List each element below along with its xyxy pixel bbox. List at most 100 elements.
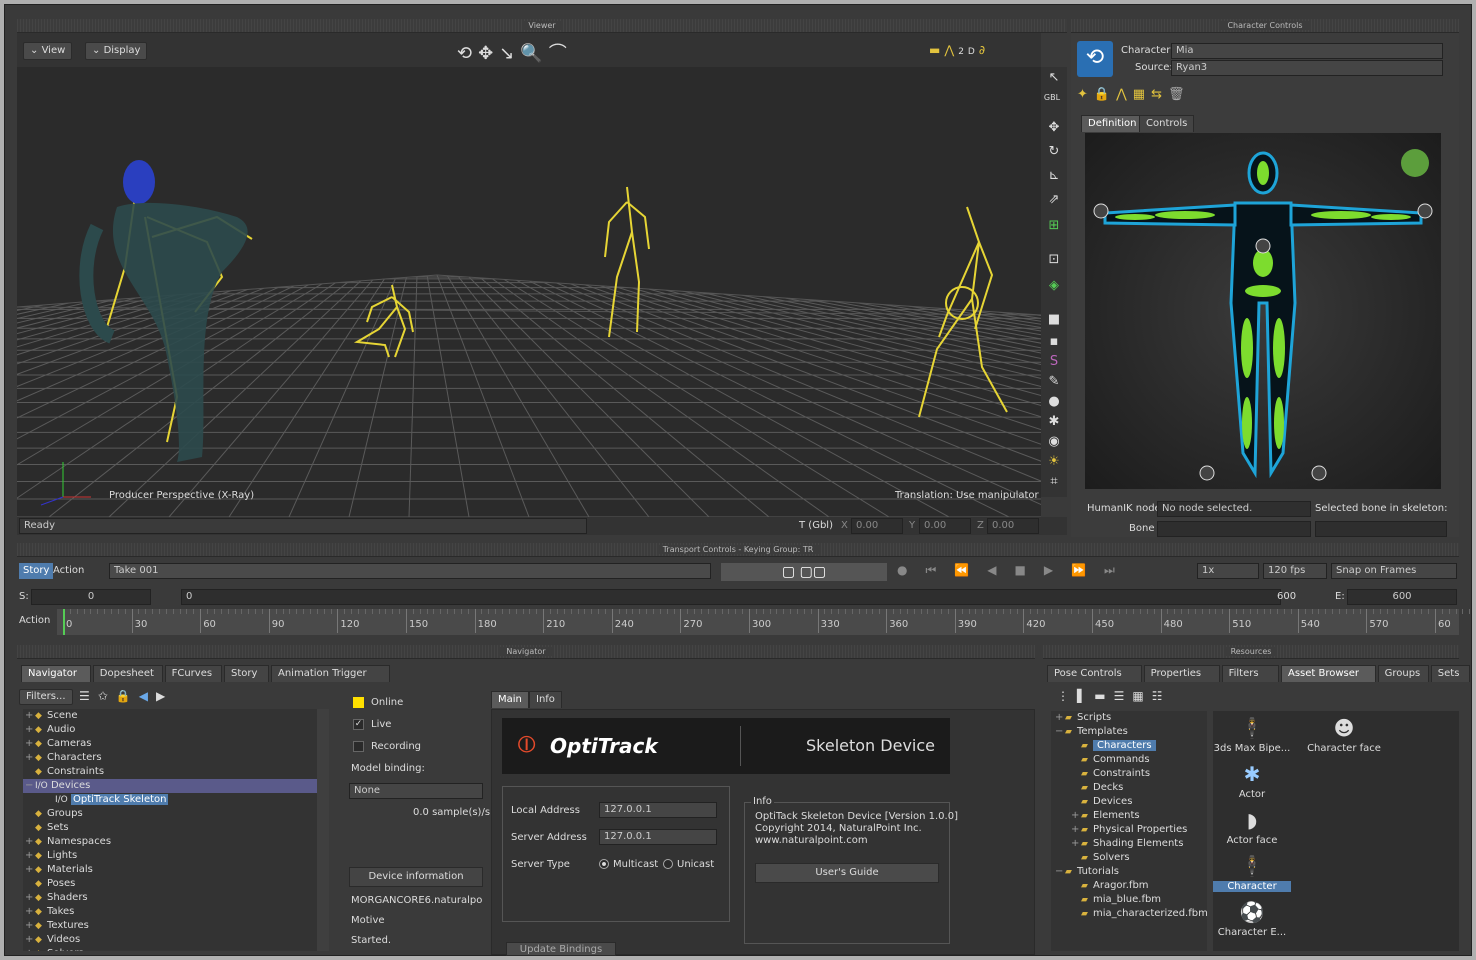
display-tools[interactable]: ▬⋀2D∂ [929,43,989,57]
resource-tree-item[interactable]: ▰ Decks [1051,781,1207,795]
twod-icon[interactable]: 2D [958,47,979,57]
snap-select[interactable]: Snap on Frames [1331,563,1457,579]
prev-key-icon[interactable]: ⏪ [954,563,987,577]
server-address-field[interactable]: 127.0.0.1 [599,829,717,845]
resource-tree-item[interactable]: − ▰ Tutorials [1051,865,1207,879]
asset-item[interactable]: ◗ Actor face [1213,805,1291,846]
detail-view-icon[interactable]: ☷ [1152,689,1171,703]
resource-tree-item[interactable]: − ▰ Templates [1051,725,1207,739]
asset-item[interactable]: ⚽ Character E... [1213,897,1291,938]
tab-navigator[interactable]: Navigator [21,665,91,682]
tab-asset-browser[interactable]: Asset Browser [1281,665,1376,682]
navigator-scrollbar[interactable] [317,709,329,951]
forward-icon[interactable]: ▶ [156,689,173,703]
tree-item[interactable]: + ◆ Shaders [23,891,317,905]
path-icon[interactable]: ⋀ [944,43,958,57]
bone-field[interactable] [1157,521,1311,537]
tab-story[interactable]: Story [224,665,269,682]
tab-dopesheet[interactable]: Dopesheet [92,665,163,682]
tab-fcurves[interactable]: FCurves [164,665,222,682]
users-guide-button[interactable]: User's Guide [755,863,939,883]
resource-tree-item[interactable]: ▰ Aragor.fbm [1051,879,1207,893]
resource-tree-item[interactable]: ▰ Commands [1051,753,1207,767]
scale-tool-icon[interactable]: ⊾ [1045,167,1063,185]
thumbnail-view-icon[interactable]: ▦ [1132,689,1151,703]
update-bindings-button[interactable]: Update Bindings [506,942,616,956]
tree-item[interactable]: + ◆ Audio [23,723,317,737]
recording-checkbox[interactable] [353,741,364,752]
go-start-icon[interactable]: ⏮ [925,563,954,577]
figures-icon[interactable]: ⋀ [1116,87,1133,102]
horizontal-view-icon[interactable]: ▬ [1094,689,1113,703]
current-frame-slider[interactable]: 0 [181,589,1281,605]
playhead[interactable] [63,609,65,635]
brush-icon[interactable]: ✎ [1045,373,1063,391]
resources-tree[interactable]: + ▰ Scripts − ▰ Templates ▰ Characters ▰ Commands… [1051,711,1207,951]
snap-tool-icon[interactable]: ⊡ [1045,251,1063,269]
resources-toolbar[interactable]: ⋮▌▬☰▦☷ [1057,689,1170,703]
go-end-icon[interactable]: ⏭ [1104,563,1133,577]
tree-item[interactable]: ◆ Sets [23,821,317,835]
back-icon[interactable]: ◀ [139,689,156,703]
tree-item[interactable]: ◆ Poses [23,877,317,891]
tree-item[interactable]: + ◆ Characters [23,751,317,765]
live-checkbox[interactable]: ✓ [353,719,364,730]
speed-select[interactable]: 1x [1197,563,1259,579]
tree-item[interactable]: + ◆ Videos [23,933,317,947]
resource-tree-item[interactable]: ▰ Constraints [1051,767,1207,781]
tab-pose-controls[interactable]: Pose Controls [1047,665,1142,682]
translation-x[interactable]: 0.00 [851,518,903,534]
resource-tree-item[interactable]: + ▰ Shading Elements [1051,837,1207,851]
story-mode-button[interactable]: Story [19,563,54,579]
character-sparkle-icon[interactable]: ✦ [1077,87,1094,102]
timeline-icon[interactable]: ▬ [929,43,944,57]
mirror-icon[interactable]: ⇆ [1151,87,1168,102]
rotate-tool-icon[interactable]: ↻ [1045,143,1063,161]
tab-animation-trigger[interactable]: Animation Trigger [271,665,391,682]
asset-item[interactable]: 🕴 3ds Max Bipe... [1213,713,1291,754]
tree-view-icon[interactable]: ⋮ [1057,689,1077,703]
tree-item[interactable]: + ◆ Takes [23,905,317,919]
tree-item[interactable]: ◆ Groups [23,807,317,821]
asset-item[interactable]: ☻ Character face [1305,713,1383,754]
orbit-icon[interactable]: ⟲ [457,43,478,64]
tree-item[interactable]: + ◆ Namespaces [23,835,317,849]
asset-grid[interactable]: 🕴 3ds Max Bipe... ☻ Character face ✱ Actor ◗ Ac… [1213,711,1459,951]
lock-icon[interactable]: 🔒 [1094,87,1116,102]
character-select[interactable]: Mia [1171,43,1443,59]
tree-item[interactable]: +◆Solvers [23,947,317,951]
navigation-tools[interactable]: ⟲✥↘🔍⌒ [457,39,573,65]
start-frame-field[interactable]: 0 [31,589,151,605]
navigator-toolbar[interactable]: ☰✩🔒◀▶ [79,689,173,703]
global-toggle[interactable]: GBL [1043,89,1061,107]
tree-item[interactable]: + ◆ Materials [23,863,317,877]
arc-icon[interactable]: ⌒ [549,43,573,64]
resource-tree-item[interactable]: ▰ Solvers [1051,851,1207,865]
resource-tree-item[interactable]: + ▰ Scripts [1051,711,1207,725]
select-tool-icon[interactable]: ↖ [1045,69,1063,87]
view-menu[interactable]: ⌄ View [23,42,73,60]
list-icon[interactable]: ☰ [79,689,98,703]
keying-tool-icon[interactable]: ◈ [1045,277,1063,295]
resource-tree-item[interactable]: ▰ Devices [1051,795,1207,809]
resource-tree-item[interactable]: ▰ mia_blue.fbm [1051,893,1207,907]
asset-item[interactable]: 🕴 Character [1213,851,1291,892]
cube-icon[interactable]: ■ [1045,311,1063,329]
tree-item[interactable]: + ◆ Lights [23,849,317,863]
tab-groups[interactable]: Groups [1377,665,1429,682]
camera-tool-icon[interactable]: ◉ [1045,433,1063,451]
record-icon[interactable]: ● [897,563,925,577]
zoom-icon[interactable]: 🔍 [520,43,548,64]
tab-main[interactable]: Main [491,691,529,708]
stop-icon[interactable]: ■ [1014,563,1043,577]
humanik-body-map[interactable] [1085,133,1441,489]
prev-frame-icon[interactable]: ◀ [987,563,1014,577]
dolly-icon[interactable]: ↘ [499,43,520,64]
curve-icon[interactable]: ∂ [979,43,989,57]
play-icon[interactable]: ▶ [1044,563,1071,577]
tree-item[interactable]: + ◆ Textures [23,919,317,933]
lock-icon[interactable]: 🔒 [116,689,139,703]
humanik-figure-view[interactable] [1085,133,1441,489]
curve-tool-icon[interactable]: S [1045,353,1063,371]
fps-select[interactable]: 120 fps [1263,563,1327,579]
